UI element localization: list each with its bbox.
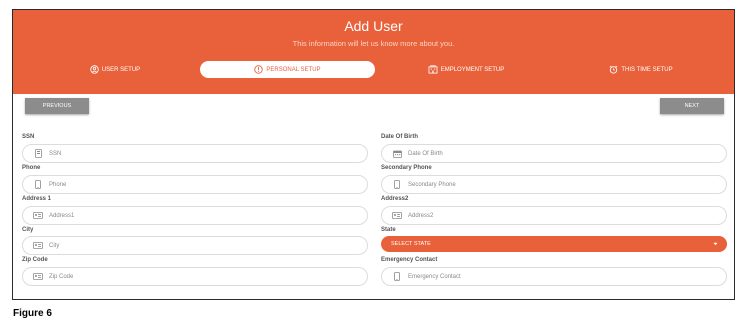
next-button[interactable]: NEXT: [660, 98, 724, 114]
add-user-window: Add User This information will let us kn…: [12, 9, 735, 300]
building-icon: [428, 65, 438, 74]
address2-label: Address2: [381, 196, 409, 202]
step-personal-setup[interactable]: PERSONAL SETUP: [200, 61, 375, 78]
phone-icon: [392, 272, 402, 281]
ssn-field[interactable]: SSN: [22, 144, 368, 163]
phone-label: Phone: [22, 165, 41, 171]
step-label: EMPLOYMENT SETUP: [440, 66, 505, 73]
phone-placeholder: Phone: [49, 181, 67, 188]
address-card-icon: [33, 242, 43, 249]
address2-field[interactable]: Address2: [381, 206, 727, 225]
date-of-birth-placeholder: Date Of Birth: [408, 150, 443, 157]
state-select[interactable]: SELECT STATE: [381, 236, 727, 252]
step-label: PERSONAL SETUP: [266, 66, 321, 73]
secondary-phone-label: Secondary Phone: [381, 165, 432, 171]
ssn-label: SSN: [22, 134, 35, 140]
zip-code-label: Zip Code: [22, 257, 48, 263]
state-select-value: SELECT STATE: [391, 241, 431, 247]
zip-code-placeholder: Zip Code: [49, 273, 74, 280]
step-time-setup[interactable]: THIS TIME SETUP: [591, 61, 691, 78]
phone-field[interactable]: Phone: [22, 175, 368, 194]
phone-icon: [392, 180, 402, 189]
secondary-phone-placeholder: Secondary Phone: [408, 181, 456, 188]
step-label: USER SETUP: [101, 66, 141, 73]
address-card-icon: [33, 212, 43, 219]
figure-caption: Figure 6: [13, 308, 52, 319]
date-of-birth-field[interactable]: Date Of Birth: [381, 144, 727, 163]
caret-down-icon: [713, 242, 718, 248]
city-placeholder: City: [49, 242, 60, 249]
page-subtitle: This information will let us know more a…: [292, 39, 455, 48]
address1-placeholder: Address1: [49, 212, 75, 219]
city-field[interactable]: City: [22, 236, 368, 255]
alarm-clock-icon: [609, 65, 618, 74]
address-card-icon: [392, 212, 402, 219]
step-label: THIS TIME SETUP: [621, 66, 673, 73]
info-circle-icon: [254, 65, 264, 74]
previous-button[interactable]: PREVIOUS: [25, 98, 89, 114]
city-label: City: [22, 227, 34, 233]
emergency-contact-placeholder: Emergency Contact: [408, 273, 461, 280]
address2-placeholder: Address2: [408, 212, 434, 219]
calendar-icon: [392, 150, 402, 158]
step-employment-setup[interactable]: EMPLOYMENT SETUP: [406, 61, 526, 78]
zip-code-field[interactable]: Zip Code: [22, 267, 368, 286]
phone-icon: [33, 180, 43, 189]
emergency-contact-field[interactable]: Emergency Contact: [381, 267, 727, 286]
address-card-icon: [33, 273, 43, 280]
user-circle-icon: [90, 65, 99, 74]
state-label: State: [381, 227, 396, 233]
secondary-phone-field[interactable]: Secondary Phone: [381, 175, 727, 194]
page-title: Add User: [344, 18, 403, 34]
ssn-placeholder: SSN: [49, 150, 62, 157]
step-user-setup[interactable]: USER SETUP: [51, 61, 179, 78]
address1-label: Address 1: [22, 196, 52, 202]
emergency-contact-label: Emergency Contact: [381, 257, 438, 263]
wizard-header: Add User This information will let us kn…: [13, 10, 734, 94]
id-card-icon: [33, 149, 43, 158]
address1-field[interactable]: Address1: [22, 206, 368, 225]
date-of-birth-label: Date Of Birth: [381, 134, 419, 140]
